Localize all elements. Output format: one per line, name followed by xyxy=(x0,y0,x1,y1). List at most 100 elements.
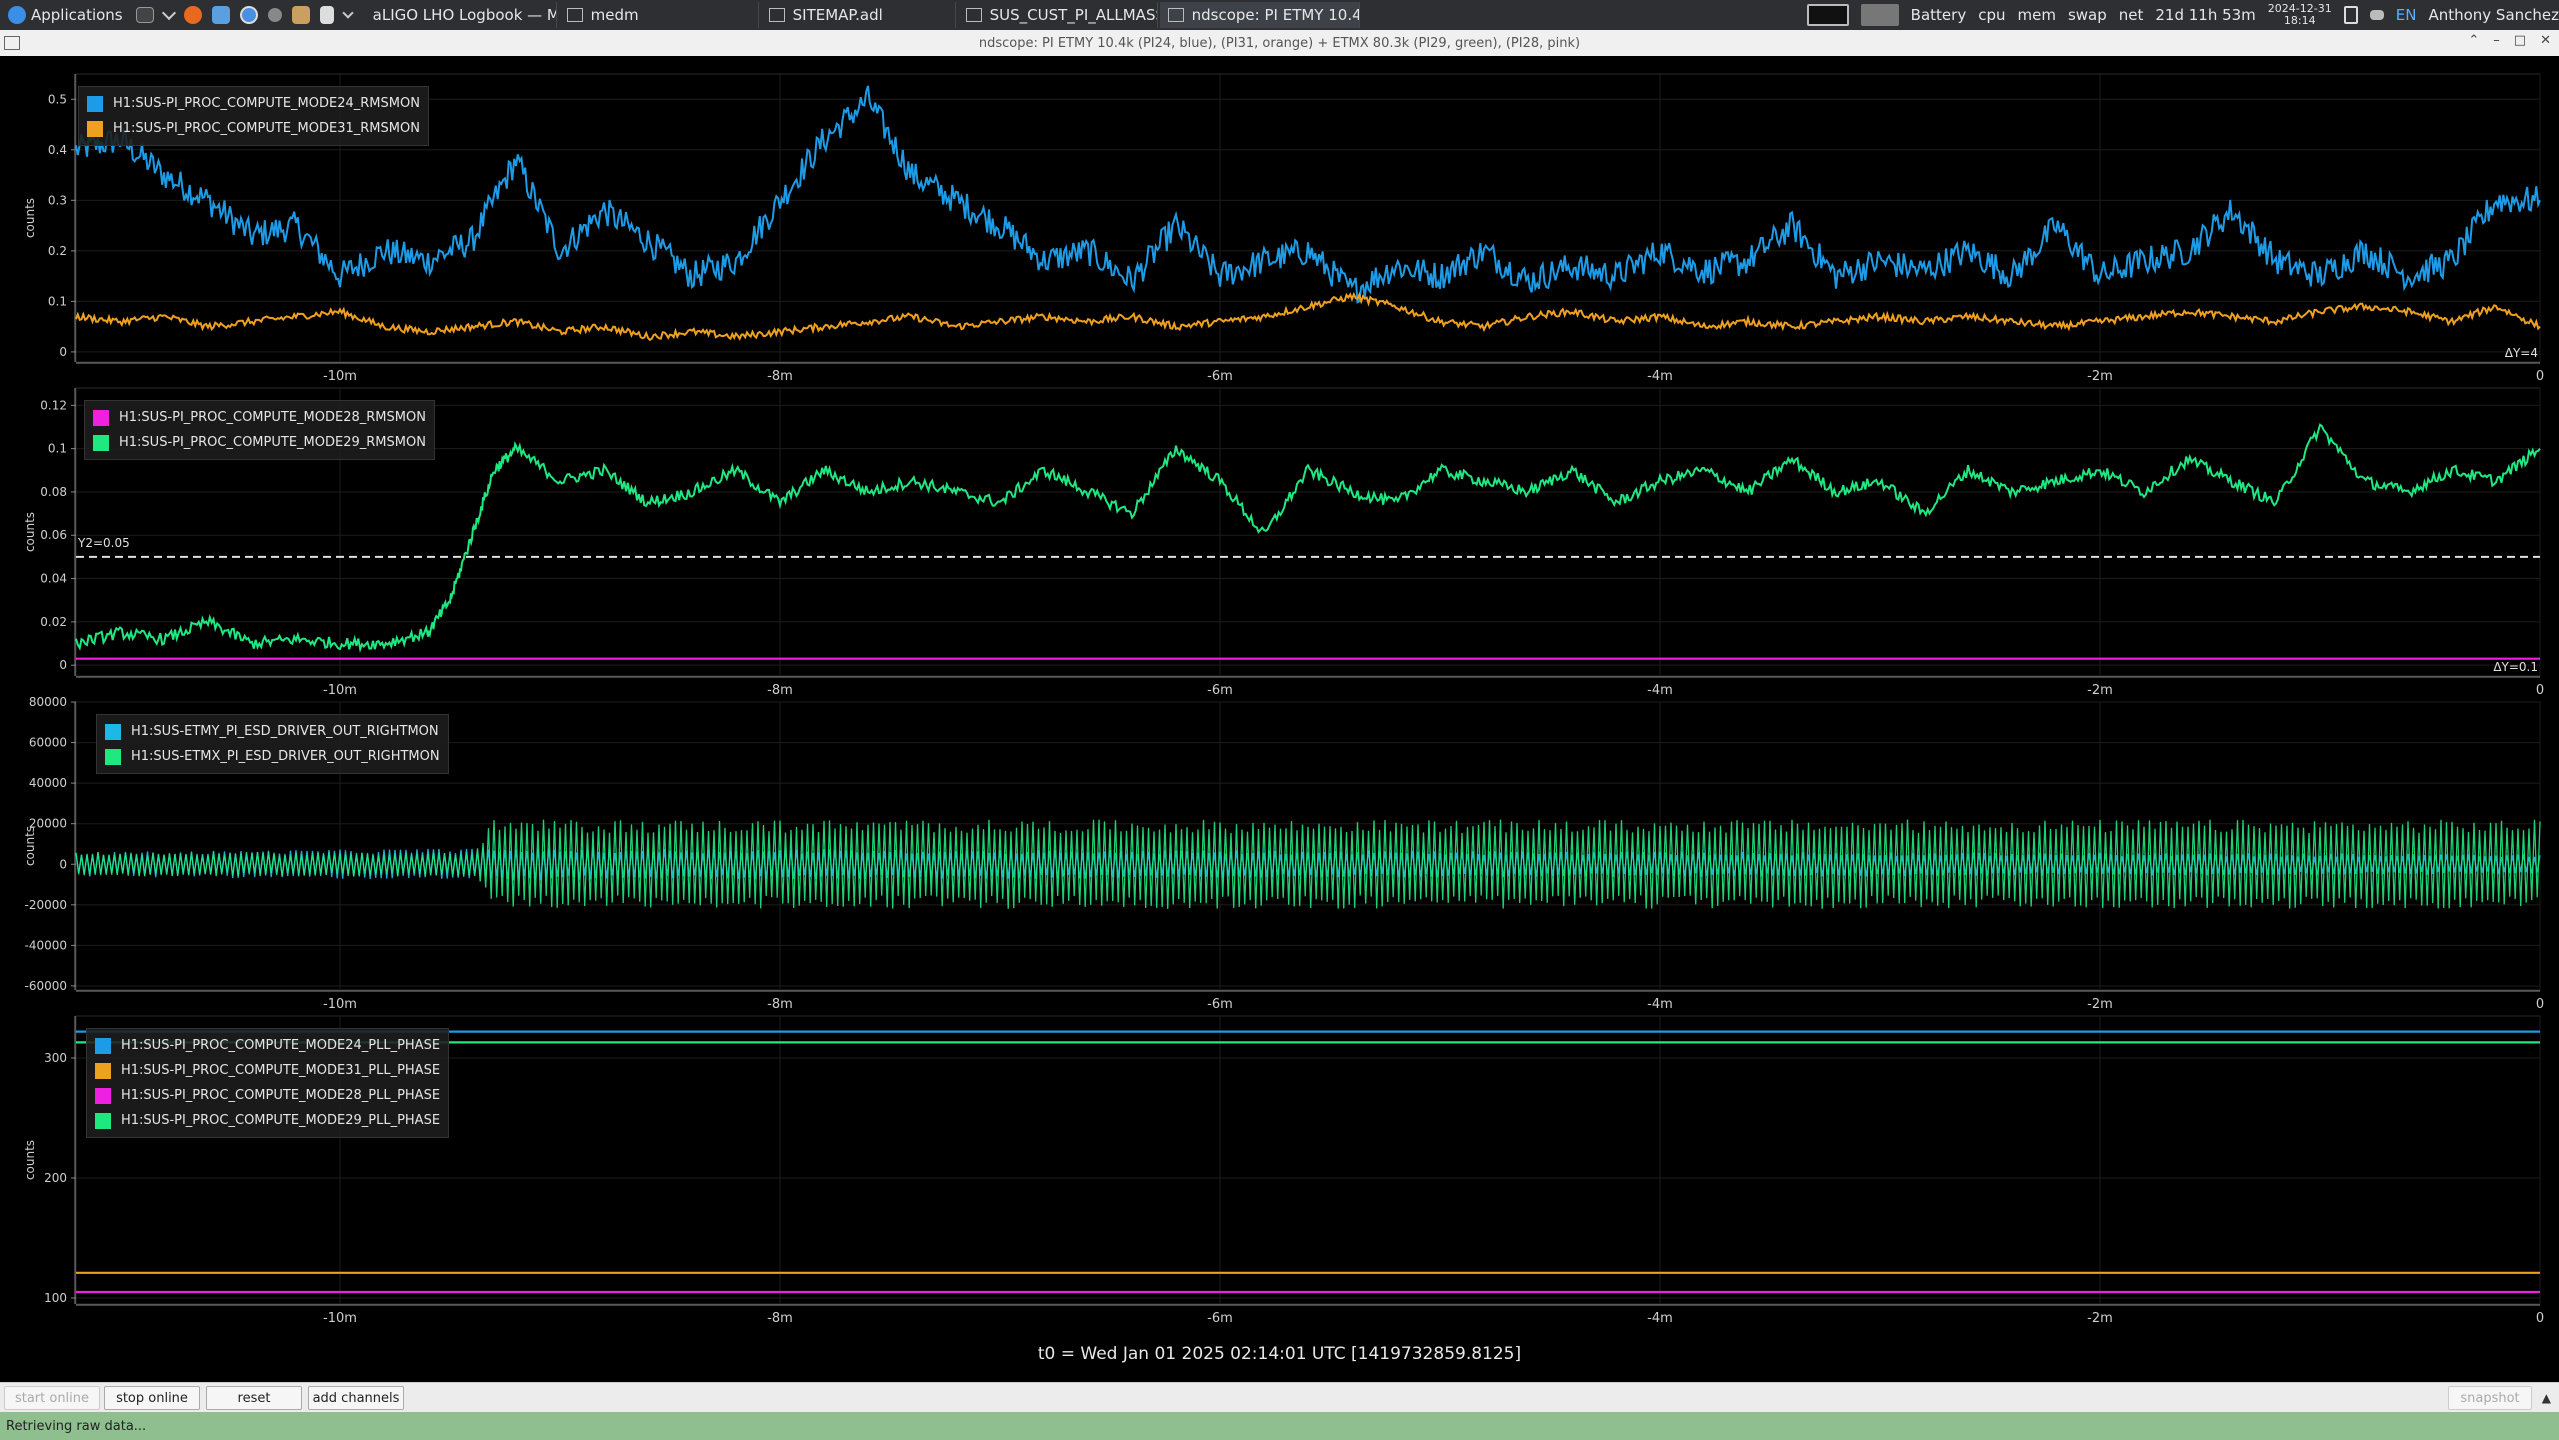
window-title: ndscope: PI ETMY 10.4k (PI24, blue), (PI… xyxy=(978,35,1581,51)
legend-entry[interactable]: H1:SUS-PI_PROC_COMPUTE_MODE31_RMSMON xyxy=(87,116,420,141)
snapshot-button[interactable]: snapshot xyxy=(2448,1386,2532,1410)
y-tick-label: 0 xyxy=(59,857,67,871)
stop-online-button[interactable]: stop online xyxy=(104,1386,200,1410)
legend-plot1[interactable]: H1:SUS-PI_PROC_COMPUTE_MODE24_RMSMON H1:… xyxy=(78,86,429,146)
legend-entry[interactable]: H1:SUS-PI_PROC_COMPUTE_MODE28_RMSMON xyxy=(93,405,426,430)
legend-plot3[interactable]: H1:SUS-ETMY_PI_ESD_DRIVER_OUT_RIGHTMON H… xyxy=(96,714,449,774)
legend-swatch xyxy=(95,1112,111,1129)
add-channels-button[interactable]: add channels xyxy=(308,1386,404,1410)
terminal-icon[interactable] xyxy=(135,7,154,23)
control-bar: start online stop online reset add chann… xyxy=(0,1382,2559,1413)
firefox-icon[interactable] xyxy=(183,6,202,24)
display-icon[interactable] xyxy=(1806,4,1849,26)
x-tick-label: -2m xyxy=(2087,1311,2113,1326)
start-online-button[interactable]: start online xyxy=(4,1386,100,1410)
window-icon xyxy=(965,8,982,22)
legend-plot2[interactable]: H1:SUS-PI_PROC_COMPUTE_MODE28_RMSMON H1:… xyxy=(84,400,435,460)
folder-icon[interactable] xyxy=(211,6,230,24)
applications-menu[interactable]: Applications xyxy=(31,6,123,24)
x-tick-label: -10m xyxy=(323,683,357,698)
clock[interactable]: 2024-12-31 18:14 xyxy=(2268,3,2332,27)
x-tick-label: -10m xyxy=(323,369,357,384)
close-icon[interactable]: ✕ xyxy=(2540,33,2551,48)
t0-label: t0 = Wed Jan 01 2025 02:14:01 UTC [14197… xyxy=(1037,1344,1522,1364)
legend-entry[interactable]: H1:SUS-PI_PROC_COMPUTE_MODE24_PLL_PHASE xyxy=(95,1033,440,1058)
swap-monitor[interactable]: swap xyxy=(2068,6,2107,24)
keyboard-layout[interactable]: EN xyxy=(2396,6,2417,24)
plot-area[interactable]: -10m -8m -6m -4m -2m 0 0 0.1 0.2 0.3 0.4 0.5 counts Δ… xyxy=(0,56,2559,1382)
legend-entry[interactable]: H1:SUS-PI_PROC_COMPUTE_MODE29_RMSMON xyxy=(93,430,426,455)
maximize-icon[interactable]: □ xyxy=(2514,33,2526,48)
x-tick-label: -2m xyxy=(2087,369,2113,384)
plot-frame xyxy=(75,73,2541,363)
cpu-monitor[interactable]: cpu xyxy=(1978,6,2005,24)
keep-above-icon[interactable]: ⌃ xyxy=(2468,33,2479,48)
y-tick-label: 0 xyxy=(59,345,67,359)
y-axis-label: counts xyxy=(23,1140,37,1180)
clipboard-icon[interactable] xyxy=(2343,6,2358,24)
x-tick-label: -4m xyxy=(1647,1311,1673,1326)
legend-entry[interactable]: H1:SUS-ETMX_PI_ESD_DRIVER_OUT_RIGHTMON xyxy=(105,744,440,769)
task-medm[interactable]: medm xyxy=(559,2,759,28)
y-tick-label: 0.1 xyxy=(48,442,67,456)
legend-plot4[interactable]: H1:SUS-PI_PROC_COMPUTE_MODE24_PLL_PHASE … xyxy=(86,1028,450,1138)
x-tick-label: 0 xyxy=(2536,683,2544,698)
legend-swatch xyxy=(105,748,121,765)
editor-icon[interactable] xyxy=(319,6,334,24)
x-tick-label: -4m xyxy=(1647,997,1673,1012)
y-tick-label: 0.2 xyxy=(48,244,67,258)
mem-monitor[interactable]: mem xyxy=(2017,6,2055,24)
y-tick-label: 300 xyxy=(44,1051,67,1065)
net-monitor[interactable]: net xyxy=(2119,6,2144,24)
legend-entry[interactable]: H1:SUS-PI_PROC_COMPUTE_MODE29_PLL_PHASE xyxy=(95,1108,440,1133)
legend-swatch xyxy=(93,434,109,451)
system-tray: Battery cpu mem swap net 21d 11h 53m 202… xyxy=(1801,0,2559,30)
y-tick-label: 0.02 xyxy=(40,615,67,629)
x-tick-label: -8m xyxy=(767,997,793,1012)
legend-swatch xyxy=(93,409,109,426)
status-text: Retrieving raw data... xyxy=(6,1418,147,1434)
window-titlebar: ndscope: PI ETMY 10.4k (PI24, blue), (PI… xyxy=(0,30,2559,56)
y-axis-label: counts xyxy=(23,512,37,552)
x-tick-label: 0 xyxy=(2536,369,2544,384)
series-line xyxy=(75,85,2541,304)
chevron-down-icon[interactable] xyxy=(341,7,354,19)
user-name[interactable]: Anthony Sanchez xyxy=(2428,6,2559,24)
task-sitemap[interactable]: SITEMAP.adl xyxy=(761,2,956,28)
window-icon xyxy=(1167,8,1184,22)
expand-icon[interactable]: ▲ xyxy=(2542,1391,2551,1405)
task-sus-cust[interactable]: SUS_CUST_PI_ALLMASSES... xyxy=(958,2,1158,28)
x-tick-label: -6m xyxy=(1207,997,1233,1012)
status-bar: Retrieving raw data... xyxy=(0,1412,2559,1440)
share-icon[interactable] xyxy=(267,8,282,22)
legend-swatch xyxy=(87,120,103,137)
chrome-icon[interactable] xyxy=(239,6,258,24)
legend-entry[interactable]: H1:SUS-PI_PROC_COMPUTE_MODE28_PLL_PHASE xyxy=(95,1083,440,1108)
task-ndscope[interactable]: ndscope: PI ETMY 10.4k (... xyxy=(1159,2,1360,28)
y-tick-label: 0.04 xyxy=(40,572,67,586)
people-icon[interactable] xyxy=(291,6,310,24)
x-tick-label: -8m xyxy=(767,369,793,384)
x-tick-label: -10m xyxy=(323,1311,357,1326)
legend-swatch xyxy=(105,723,121,740)
app-icon[interactable] xyxy=(4,36,20,50)
y-tick-label: 0.1 xyxy=(48,294,67,308)
x-tick-label: 0 xyxy=(2536,1311,2544,1326)
reset-button[interactable]: reset xyxy=(206,1386,302,1410)
window-icon xyxy=(566,8,583,22)
y-tick-label: -60000 xyxy=(24,979,67,993)
firefox-icon[interactable] xyxy=(1860,4,1899,26)
minimize-icon[interactable]: – xyxy=(2493,33,2500,48)
task-logbook[interactable]: aLIGO LHO Logbook — M... xyxy=(359,2,557,28)
x-tick-label: -10m xyxy=(323,997,357,1012)
chevron-down-icon[interactable] xyxy=(161,5,176,21)
x-tick-label: -2m xyxy=(2087,997,2113,1012)
legend-swatch xyxy=(95,1062,111,1079)
network-icon[interactable] xyxy=(2369,10,2384,20)
legend-entry[interactable]: H1:SUS-ETMY_PI_ESD_DRIVER_OUT_RIGHTMON xyxy=(105,719,440,744)
legend-entry[interactable]: H1:SUS-PI_PROC_COMPUTE_MODE24_RMSMON xyxy=(87,91,420,116)
legend-entry[interactable]: H1:SUS-PI_PROC_COMPUTE_MODE31_PLL_PHASE xyxy=(95,1058,440,1083)
applications-menu-icon[interactable] xyxy=(8,6,26,24)
x-tick-label: -6m xyxy=(1207,369,1233,384)
battery-label[interactable]: Battery xyxy=(1911,6,1967,24)
